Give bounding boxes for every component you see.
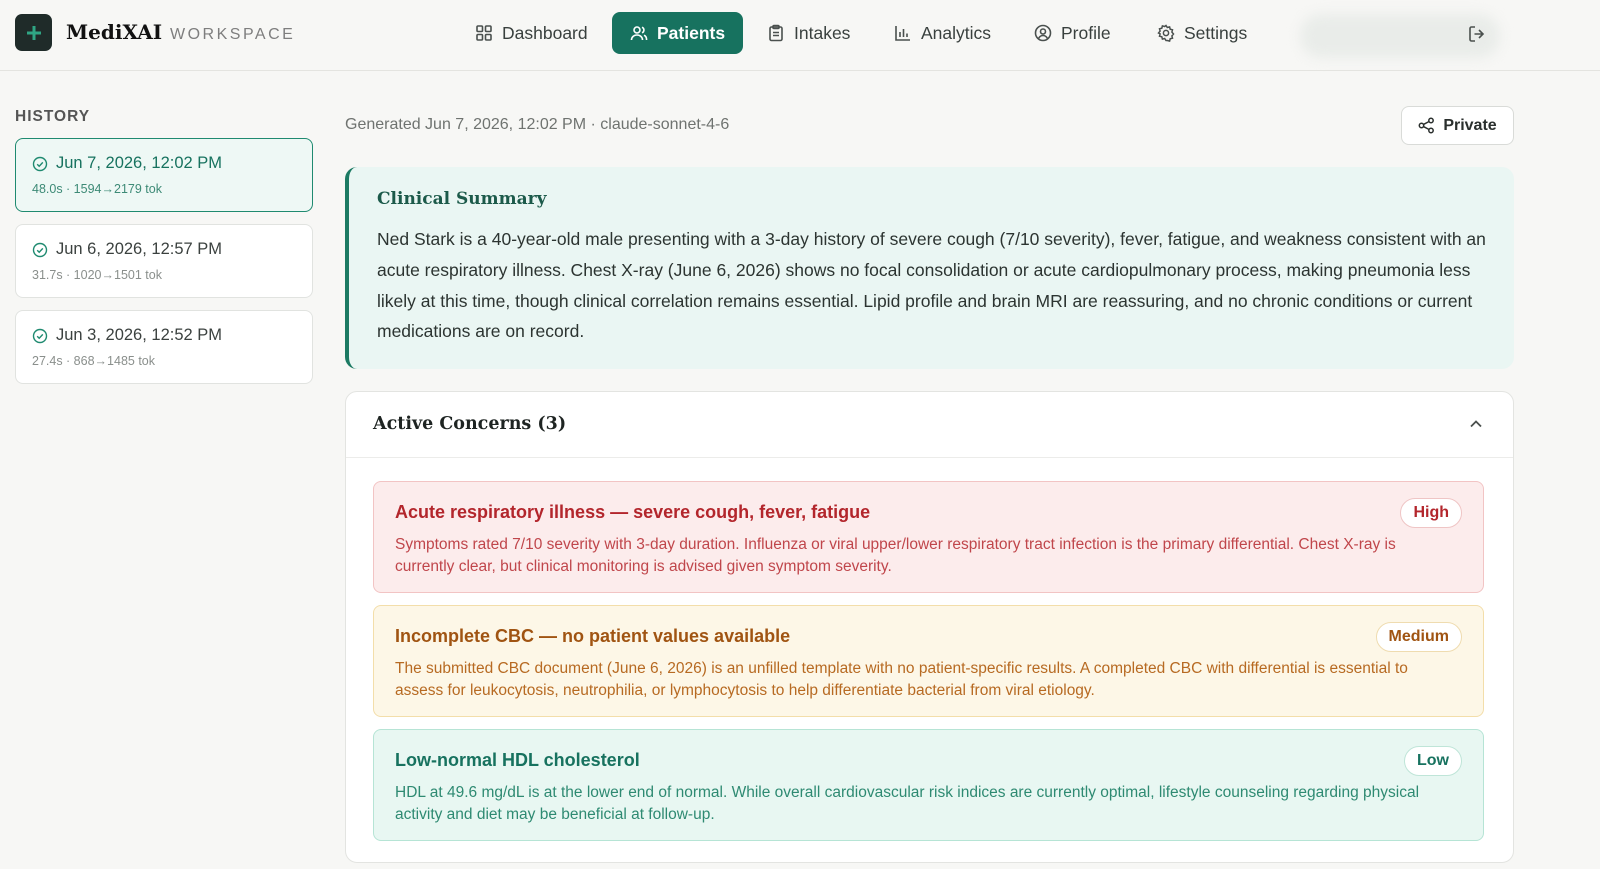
concern-card: Low-normal HDL cholesterol Low HDL at 49… [373, 729, 1484, 841]
summary-text: Ned Stark is a 40-year-old male presenti… [377, 229, 1486, 342]
concern-title: Incomplete CBC — no patient values avail… [395, 626, 791, 646]
users-icon [630, 26, 648, 41]
nav-profile-label: Profile [1061, 22, 1111, 43]
grid-icon [476, 25, 492, 41]
bar-chart-icon [895, 26, 910, 41]
concern-card: Incomplete CBC — no patient values avail… [373, 605, 1484, 717]
history-item-date: Jun 6, 2026, 12:57 PM [56, 240, 223, 258]
concern-body: Symptoms rated 7/10 severity with 3-day … [395, 536, 1396, 575]
nav-settings-label: Settings [1184, 22, 1248, 43]
nav-patients[interactable]: Patients [612, 12, 744, 54]
concern-title: Acute respiratory illness — severe cough… [395, 502, 871, 522]
history-item[interactable]: Jun 7, 2026, 12:02 PM 48.0s · 1594→2179 … [15, 138, 313, 212]
history-item[interactable]: Jun 6, 2026, 12:57 PM 31.7s · 1020→1501 … [15, 224, 313, 298]
concerns-title: Active Concerns (3) [373, 414, 567, 434]
nav-intakes-label: Intakes [794, 22, 851, 43]
logout-button[interactable] [1465, 22, 1489, 46]
nav-intakes[interactable]: Intakes [749, 12, 868, 54]
severity-badge: Low [1404, 746, 1462, 776]
share-icon [1418, 117, 1435, 134]
nav-profile[interactable]: Profile [1016, 12, 1129, 54]
history-item-meta: 31.7s · 1020→1501 tok [32, 268, 162, 282]
history-item-date: Jun 3, 2026, 12:52 PM [56, 326, 223, 344]
history-item-meta: 27.4s · 868→1485 tok [32, 354, 155, 368]
concern-body: HDL at 49.6 mg/dL is at the lower end of… [395, 784, 1420, 823]
history-heading: HISTORY [15, 108, 91, 125]
generated-info: Generated Jun 7, 2026, 12:02 PM · claude… [345, 116, 730, 133]
concern-body: The submitted CBC document (June 6, 2026… [395, 660, 1408, 699]
history-item-meta: 48.0s · 1594→2179 tok [32, 182, 162, 196]
severity-badge: High [1400, 498, 1462, 528]
nav-analytics-label: Analytics [921, 22, 992, 43]
nav-dashboard[interactable]: Dashboard [457, 12, 606, 54]
clinical-summary-card: Clinical Summary Ned Stark is a 40-year-… [345, 167, 1514, 369]
nav-dashboard-label: Dashboard [502, 22, 588, 43]
active-concerns-panel: Active Concerns (3) Acute respiratory il… [345, 391, 1514, 863]
check-circle-icon [32, 156, 48, 172]
concerns-header[interactable]: Active Concerns (3) [346, 392, 1513, 458]
gear-icon [1157, 24, 1175, 42]
history-item[interactable]: Jun 3, 2026, 12:52 PM 27.4s · 868→1485 t… [15, 310, 313, 384]
nav-patients-label: Patients [657, 22, 726, 43]
concern-title: Low-normal HDL cholesterol [395, 750, 640, 770]
share-private-button[interactable]: Private [1401, 106, 1514, 145]
history-item-date: Jun 7, 2026, 12:02 PM [56, 154, 223, 172]
user-circle-icon [1034, 24, 1052, 42]
check-circle-icon [32, 242, 48, 258]
summary-title: Clinical Summary [377, 189, 547, 209]
top-bar: MediXAI WORKSPACE Dashboard Patients Int… [0, 0, 1600, 71]
severity-badge: Medium [1375, 622, 1462, 652]
check-circle-icon [32, 328, 48, 344]
nav-settings[interactable]: Settings [1139, 12, 1265, 54]
concern-card: Acute respiratory illness — severe cough… [373, 481, 1484, 593]
private-label: Private [1443, 116, 1497, 134]
chevron-up-icon[interactable] [1466, 414, 1486, 434]
clipboard-icon [769, 24, 783, 42]
logout-icon [1469, 26, 1485, 42]
nav-analytics[interactable]: Analytics [876, 12, 1009, 54]
